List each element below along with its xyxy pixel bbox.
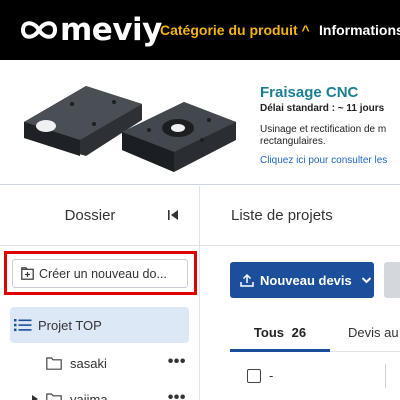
tab-all-count: 26: [291, 325, 307, 340]
top-nav: meviy Catégorie du produit ^ Information…: [0, 0, 400, 60]
row-value: -: [269, 368, 274, 383]
chevron-down-icon: [361, 277, 371, 284]
highlight-annotation-box: [4, 251, 197, 295]
column-divider: [385, 364, 386, 388]
folder-icon: [46, 356, 62, 370]
folder-label: yajima: [70, 391, 108, 400]
tab-devis[interactable]: Devis au: [348, 325, 399, 340]
main-header: Liste de projets: [201, 186, 400, 246]
tab-all[interactable]: Tous 26: [230, 318, 330, 352]
new-quote-label: Nouveau devis: [260, 272, 352, 288]
nav-informations-menu[interactable]: Informations: [319, 22, 400, 38]
tab-all-label: Tous: [253, 325, 284, 340]
list-icon: [14, 319, 32, 332]
sidebar-item-project-top[interactable]: Projet TOP: [10, 307, 189, 343]
app-root: meviy Catégorie du produit ^ Information…: [0, 0, 400, 400]
sidebar-title: Dossier: [64, 207, 116, 224]
new-quote-button[interactable]: Nouveau devis: [230, 262, 374, 298]
banner-title: Fraisage CNC: [260, 84, 359, 101]
banner-description: Usinage et rectification de m rectangula…: [260, 124, 387, 147]
logo-text: meviy: [60, 12, 162, 48]
infinity-logo-icon: [20, 21, 58, 39]
banner-delay: Délai standard : ~ 11 jours: [260, 103, 385, 114]
banner-link[interactable]: Cliquez ici pour consulter les: [260, 155, 387, 166]
more-options-icon[interactable]: •••: [168, 390, 186, 400]
more-options-icon[interactable]: •••: [168, 354, 186, 370]
folder-icon: [46, 392, 62, 400]
sidebar-item-folder[interactable]: sasaki •••: [0, 348, 200, 378]
secondary-button[interactable]: [384, 262, 400, 298]
sidebar-item-folder[interactable]: yajima •••: [0, 384, 200, 400]
nav-category-menu[interactable]: Catégorie du produit ^: [160, 22, 310, 38]
meviy-logo[interactable]: meviy: [20, 14, 162, 46]
cnc-parts-image: [24, 86, 236, 172]
page-title: Liste de projets: [231, 207, 333, 224]
project-top-label: Projet TOP: [38, 317, 102, 333]
upload-icon: [240, 273, 254, 287]
promo-banner[interactable]: Fraisage CNC Délai standard : ~ 11 jours…: [0, 60, 400, 185]
expand-caret-icon[interactable]: [30, 394, 40, 400]
collapse-sidebar-icon[interactable]: [167, 209, 179, 221]
folder-label: sasaki: [70, 355, 107, 371]
row-checkbox[interactable]: [247, 369, 261, 383]
